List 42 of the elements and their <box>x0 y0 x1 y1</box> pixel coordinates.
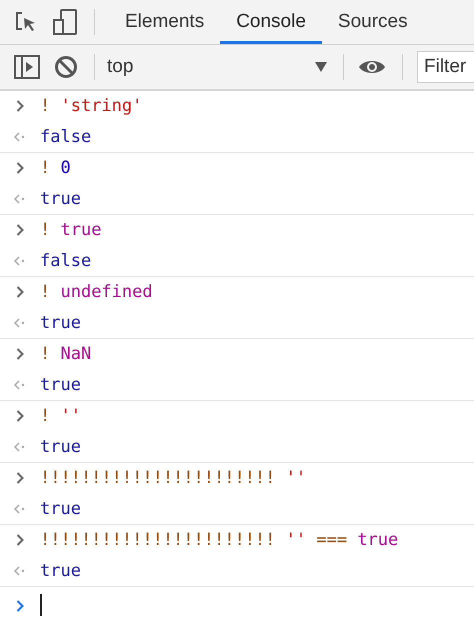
result-value-text: true <box>40 312 81 333</box>
tab[interactable]: Sources <box>322 0 424 44</box>
result-arrow-icon <box>14 442 26 452</box>
result-value-text: false <box>40 250 92 271</box>
input-chevron-icon <box>16 472 24 484</box>
input-code-text: ! true <box>40 220 102 240</box>
input-chevron-icon <box>16 162 24 174</box>
input-chevron-icon <box>16 534 24 546</box>
input-code-text: ! 'string' <box>40 96 142 116</box>
input-code-text: ! NaN <box>40 344 92 364</box>
result-arrow-icon <box>14 132 26 142</box>
result-value-text: true <box>40 498 81 519</box>
context-dropdown[interactable]: top <box>107 56 315 78</box>
result-arrow-icon <box>14 504 26 514</box>
dropdown-caret-icon <box>315 62 327 72</box>
prompt-chevron-icon <box>16 600 24 612</box>
clear-icon[interactable] <box>54 55 78 79</box>
input-code-text: !!!!!!!!!!!!!!!!!!!!!!! '' <box>40 468 306 488</box>
result-arrow-icon <box>14 194 26 204</box>
input-chevron-icon <box>16 286 24 298</box>
sidebar-icon[interactable] <box>14 55 40 79</box>
result-arrow-icon <box>14 256 26 266</box>
input-code-text: !!!!!!!!!!!!!!!!!!!!!!! '' === true <box>40 530 398 550</box>
result-arrow-icon <box>14 566 26 576</box>
result-value-text: true <box>40 188 81 209</box>
input-code-text: ! undefined <box>40 282 153 302</box>
input-code-text: ! 0 <box>40 158 71 178</box>
result-value-text: true <box>40 374 81 395</box>
input-code-text: ! '' <box>40 406 81 426</box>
input-chevron-icon <box>16 410 24 422</box>
input-chevron-icon <box>16 348 24 360</box>
input-chevron-icon <box>16 100 24 112</box>
input-chevron-icon <box>16 224 24 236</box>
result-value-text: true <box>40 436 81 457</box>
tab[interactable]: Elements <box>109 0 220 44</box>
filter-field[interactable]: Filter <box>417 51 474 83</box>
device-icon[interactable] <box>52 9 78 35</box>
result-arrow-icon <box>14 318 26 328</box>
result-value-text: true <box>40 560 81 581</box>
result-arrow-icon <box>14 380 26 390</box>
text-cursor <box>40 594 42 616</box>
result-value-text: false <box>40 126 92 147</box>
